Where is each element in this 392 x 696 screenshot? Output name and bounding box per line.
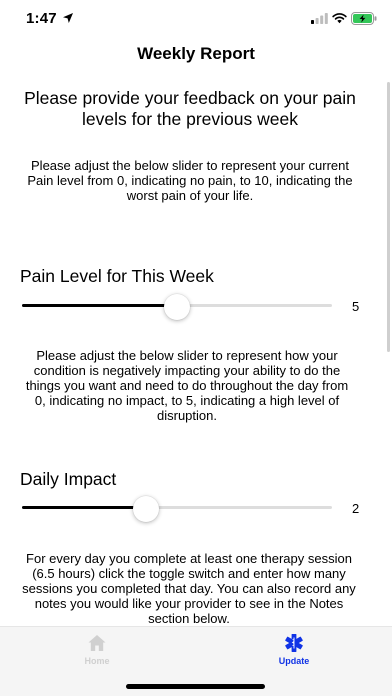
therapy-instruction-text: For every day you complete at least one … [22, 551, 356, 626]
status-bar: 1:47 [0, 0, 392, 40]
slider-track [22, 506, 332, 509]
wifi-icon [332, 13, 347, 24]
pain-level-slider[interactable] [22, 294, 332, 320]
tab-home[interactable]: Home [57, 633, 137, 666]
scrollbar[interactable] [387, 82, 390, 352]
tab-update-label: Update [278, 656, 310, 666]
slider-thumb[interactable] [164, 294, 190, 320]
medical-star-icon [285, 634, 303, 652]
home-icon [88, 635, 106, 651]
slider-track-fill [22, 304, 177, 307]
home-indicator [126, 684, 265, 689]
page-title: Weekly Report [137, 44, 255, 63]
impact-instruction-text: Please adjust the below slider to repres… [25, 348, 349, 423]
tab-home-label: Home [84, 656, 110, 666]
status-time: 1:47 [26, 10, 57, 27]
intro-text: Please provide your feedback on your pai… [24, 88, 356, 129]
cellular-signal-icon [311, 13, 328, 24]
battery-charging-icon [351, 12, 377, 25]
slider-track-fill [22, 506, 146, 509]
daily-impact-slider[interactable] [22, 496, 332, 522]
slider-thumb[interactable] [133, 496, 159, 522]
tab-update[interactable]: Update [254, 633, 334, 666]
pain-instruction-text: Please adjust the below slider to repres… [27, 158, 353, 203]
pain-level-label: Pain Level for This Week [20, 266, 214, 286]
location-arrow-icon [63, 13, 73, 23]
daily-impact-label: Daily Impact [20, 469, 117, 489]
pain-level-value: 5 [352, 299, 360, 314]
daily-impact-value: 2 [352, 501, 360, 516]
